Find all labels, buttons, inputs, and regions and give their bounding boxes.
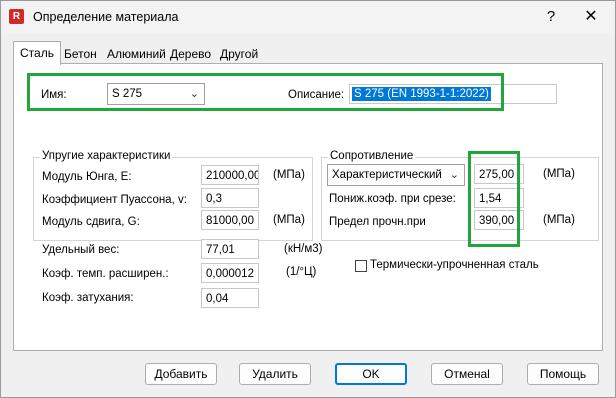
description-field[interactable]: S 275 (EN 1993-1-1:2022)	[349, 84, 557, 104]
resistance-type-value: Характеристический	[332, 169, 442, 181]
description-value: S 275 (EN 1993-1-1:2022)	[352, 87, 491, 101]
tab-aluminum[interactable]: Алюминий	[100, 43, 173, 65]
shear-modulus-unit: (МПа)	[273, 214, 305, 226]
ok-button[interactable]: OK	[335, 363, 407, 385]
thermal-hardened-checkbox[interactable]	[355, 260, 367, 272]
name-select[interactable]: S 275 ⌄	[107, 83, 205, 105]
thermal-expansion-unit: (1/°Ц)	[286, 266, 317, 278]
ultimate-strength-field[interactable]: 390,00	[474, 210, 524, 230]
cancel-button[interactable]: Отменаl	[431, 363, 503, 385]
unit-weight-unit: (кН/м3)	[284, 243, 323, 255]
app-icon: R	[9, 9, 24, 24]
damping-field[interactable]: 0,04	[201, 288, 259, 308]
ultimate-strength-unit: (МПа)	[543, 214, 575, 226]
chevron-down-icon: ⌄	[189, 88, 199, 100]
poisson-ratio-label: Коэффициент Пуассона, v:	[42, 194, 187, 206]
damping-label: Коэф. затухания:	[42, 292, 134, 304]
tab-steel[interactable]: Сталь	[13, 41, 61, 65]
title-bar: R Определение материала ? ✕	[1, 1, 615, 33]
elastic-group-title: Упругие характеристики	[40, 150, 173, 162]
shear-modulus-field[interactable]: 81000,00	[201, 210, 259, 230]
unit-weight-field[interactable]: 77,01	[201, 239, 259, 259]
tab-concrete[interactable]: Бетон	[57, 43, 104, 65]
help-icon[interactable]: ?	[539, 6, 563, 28]
close-icon[interactable]: ✕	[575, 5, 607, 29]
chevron-down-icon: ⌄	[449, 169, 459, 181]
description-label: Описание:	[288, 89, 345, 101]
ultimate-strength-label: Предел прочн.при	[329, 216, 426, 228]
yield-strength-field[interactable]: 275,00	[474, 164, 524, 184]
name-select-value: S 275	[112, 88, 143, 100]
yield-strength-unit: (МПа)	[543, 168, 575, 180]
tab-timber[interactable]: Дерево	[163, 43, 218, 65]
material-definition-dialog: R Определение материала ? ✕ Сталь Бетон …	[0, 0, 616, 398]
tab-other[interactable]: Другой	[213, 43, 265, 65]
thermal-expansion-label: Коэф. темп. расширен.:	[42, 268, 169, 280]
poisson-ratio-field[interactable]: 0,3	[201, 188, 259, 208]
youngs-modulus-unit: (МПа)	[273, 169, 305, 181]
youngs-modulus-label: Модуль Юнга, E:	[42, 171, 132, 183]
thermal-hardened-label: Термически-упрочненная сталь	[370, 259, 539, 271]
resistance-group-title: Сопротивление	[328, 150, 416, 162]
thermal-expansion-field[interactable]: 0,000012	[201, 263, 259, 283]
help-button[interactable]: Помощь	[527, 363, 599, 385]
delete-button[interactable]: Удалить	[239, 363, 311, 385]
window-title: Определение материала	[33, 10, 179, 24]
unit-weight-label: Удельный вес:	[42, 244, 120, 256]
youngs-modulus-field[interactable]: 210000,00	[201, 165, 259, 185]
add-button[interactable]: Добавить	[145, 363, 217, 385]
name-label: Имя:	[41, 89, 67, 101]
shear-modulus-label: Модуль сдвига, G:	[42, 216, 140, 228]
shear-reduction-label: Пониж.коэф. при срезе:	[329, 193, 456, 205]
shear-reduction-field[interactable]: 1,54	[474, 188, 524, 208]
resistance-type-select[interactable]: Характеристический ⌄	[327, 164, 465, 186]
